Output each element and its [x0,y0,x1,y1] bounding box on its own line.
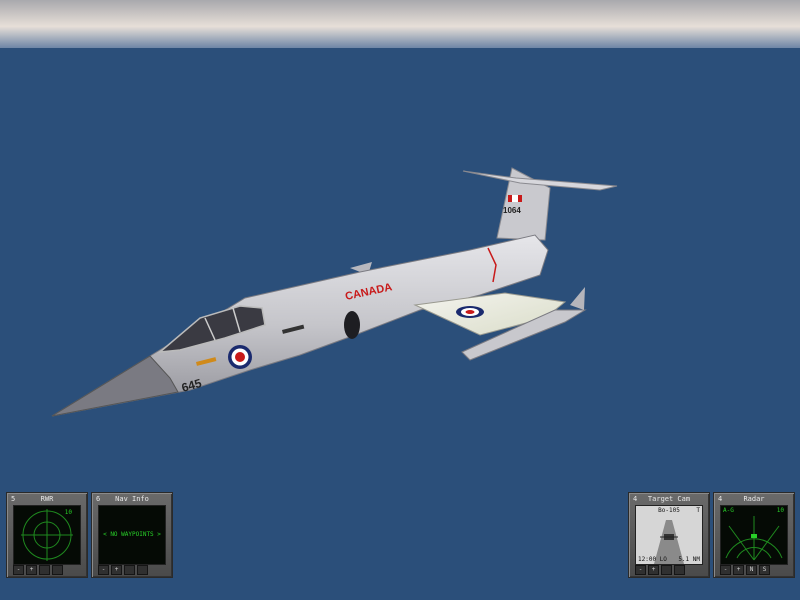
mfd-title: RWR [40,495,54,503]
mfd-option-button[interactable] [39,565,50,575]
mfd-minus-button[interactable]: - [635,565,646,575]
mfd-plus-button[interactable]: + [733,565,744,575]
radar-screen: A-G 10 [720,505,788,565]
wing-roundel-icon [456,306,484,318]
mfd-option-button[interactable] [661,565,672,575]
radar-mode: A-G [723,507,734,514]
target-label: Bo-105 [658,507,680,514]
target-marker: T [696,507,700,514]
mfd-minus-button[interactable]: - [720,565,731,575]
mfd-title: Nav Info [115,495,149,503]
rwr-mfd: 5 RWR 10 - + [6,492,88,578]
rwr-readout: 10 [65,509,73,516]
rcaf-roundel-icon [228,345,252,369]
radar-s-button[interactable]: S [759,565,770,575]
air-intake [344,311,360,339]
target-cam-screen: Bo-105 T 12:00 LO 5.1 NM [635,505,703,565]
radar-n-button[interactable]: N [746,565,757,575]
cam-readout-right: 5.1 NM [678,556,700,563]
mfd-option-button[interactable] [137,565,148,575]
nav-info-screen: < NO WAYPOINTS > [98,505,166,565]
nav-message: < NO WAYPOINTS > [103,531,161,538]
sky [0,0,800,48]
fin-number: 1064 [503,206,521,215]
cam-readout-left: 12:00 LO [638,556,667,563]
mfd-option-button[interactable] [674,565,685,575]
mfd-minus-button[interactable]: - [13,565,24,575]
mfd-title: Radar [743,495,765,503]
radar-contact-icon [751,534,757,538]
rwr-screen: 10 [13,505,81,565]
mfd-title: Target Cam [647,495,691,503]
target-cam-mfd: 4 Target Cam Bo-105 T 12:00 LO 5.1 NM - + [628,492,710,578]
radar-mfd: 4 Radar A-G 10 - + N S [713,492,795,578]
mfd-plus-button[interactable]: + [26,565,37,575]
nav-info-mfd: 6 Nav Info < NO WAYPOINTS > - + [91,492,173,578]
mfd-option-button[interactable] [52,565,63,575]
mfd-option-button[interactable] [124,565,135,575]
radar-range: 10 [776,507,784,514]
mfd-plus-button[interactable]: + [111,565,122,575]
mfd-minus-button[interactable]: - [98,565,109,575]
mfd-plus-button[interactable]: + [648,565,659,575]
